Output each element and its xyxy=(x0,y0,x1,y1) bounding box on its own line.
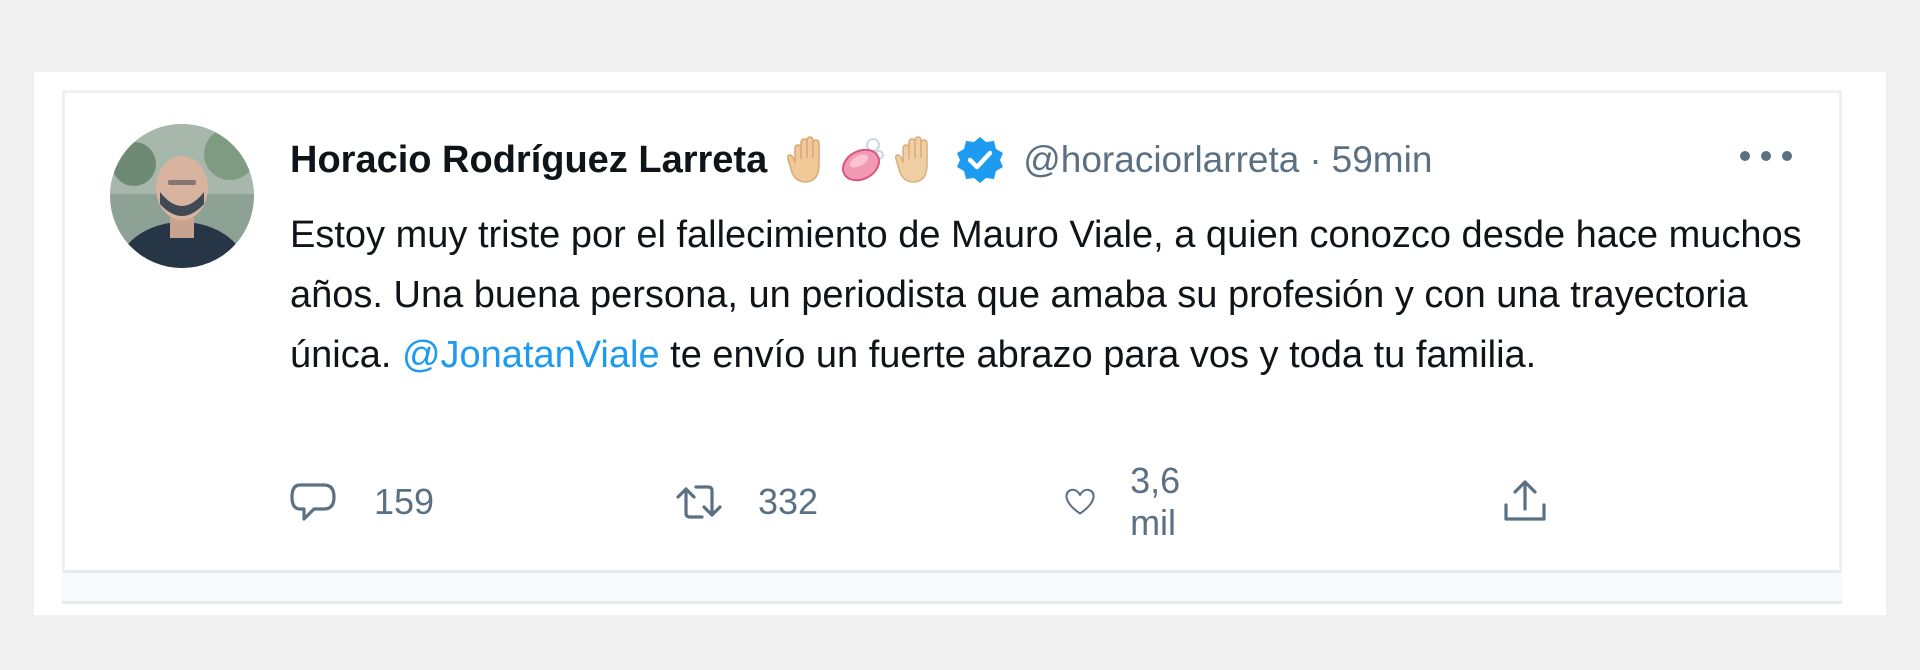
like-button[interactable]: 3,6 mil xyxy=(1064,460,1198,543)
tweet-text-after: te envío un fuerte abrazo para vos y tod… xyxy=(659,334,1537,376)
retweet-icon xyxy=(676,485,722,519)
verified-badge-icon xyxy=(957,137,1004,183)
avatar[interactable] xyxy=(110,124,254,268)
retweet-count: 332 xyxy=(758,481,819,522)
mention-link[interactable]: @JonatanViale xyxy=(402,334,660,376)
share-icon xyxy=(1504,480,1546,521)
author-handle[interactable]: @horaciorlarreta xyxy=(1023,139,1299,181)
author-name[interactable]: Horacio Rodríguez Larreta xyxy=(290,139,767,182)
tweet-header: Horacio Rodríguez Larreta @horaciorlarre… xyxy=(290,132,1432,188)
tweet-text: Estoy muy triste por el fallecimiento de… xyxy=(290,205,1810,385)
tweet-timestamp[interactable]: 59min xyxy=(1332,139,1433,181)
reply-icon xyxy=(290,483,336,521)
more-options-icon[interactable] xyxy=(1740,136,1792,176)
name-emojis xyxy=(785,135,939,185)
raised-hand-emoji xyxy=(895,136,928,183)
raised-hand-emoji xyxy=(787,136,820,183)
reply-button[interactable]: 159 xyxy=(290,470,434,534)
heart-icon xyxy=(1065,488,1095,515)
meta-separator: · xyxy=(1309,139,1322,180)
more-dot xyxy=(1740,151,1750,161)
tweet-separator xyxy=(62,570,1842,604)
more-dot xyxy=(1782,151,1792,161)
reply-count: 159 xyxy=(374,481,435,522)
avatar-image xyxy=(110,124,254,268)
retweet-button[interactable]: 332 xyxy=(674,470,818,534)
more-dot xyxy=(1761,151,1771,161)
soap-emoji xyxy=(842,138,885,182)
like-count: 3,6 mil xyxy=(1130,460,1181,543)
share-button[interactable] xyxy=(1500,470,1550,534)
